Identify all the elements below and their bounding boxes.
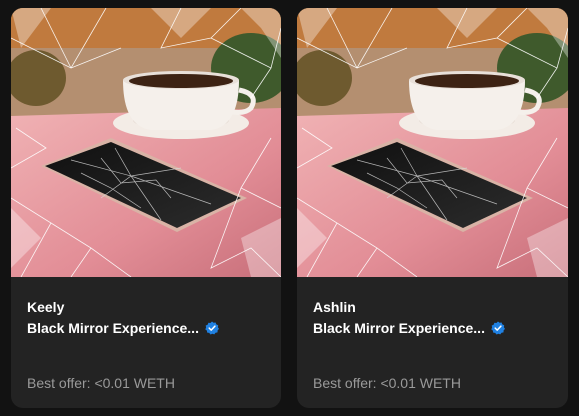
verified-badge-icon [491,321,505,335]
nft-card[interactable]: Keely Black Mirror Experience... Best of… [11,8,281,408]
collection-name: Black Mirror Experience... [27,320,199,336]
nft-image[interactable] [11,8,281,277]
nft-image[interactable] [297,8,568,277]
verified-badge-icon [205,321,219,335]
collection-name: Black Mirror Experience... [313,320,485,336]
nft-card-grid: Keely Black Mirror Experience... Best of… [0,0,579,416]
best-offer: Best offer: <0.01 WETH [27,375,175,391]
best-offer: Best offer: <0.01 WETH [313,375,461,391]
owner-name[interactable]: Keely [27,298,64,316]
collection-link[interactable]: Black Mirror Experience... [313,319,505,337]
collection-link[interactable]: Black Mirror Experience... [27,319,219,337]
nft-card[interactable]: Ashlin Black Mirror Experience... Best o… [297,8,568,408]
owner-name[interactable]: Ashlin [313,298,356,316]
